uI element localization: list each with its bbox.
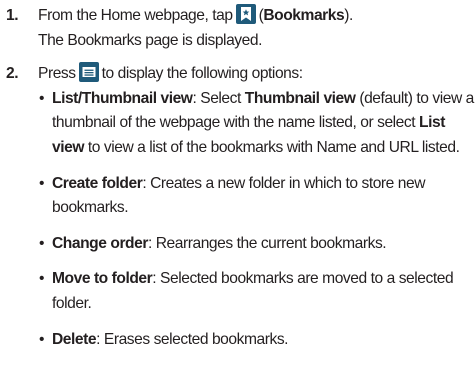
instruction-document: 1. From the Home webpage, tap (Bookmarks)… xyxy=(0,0,475,370)
option-text: to view a list of the bookmarks with Nam… xyxy=(84,138,460,156)
bullet: • xyxy=(39,89,45,107)
bullet: • xyxy=(39,270,45,288)
options-list: • List/Thumbnail view: Select Thumbnail v… xyxy=(38,87,475,352)
bullet: • xyxy=(39,174,45,192)
option-name: Delete xyxy=(52,330,97,348)
list-item: • Change order: Rearranges the current bo… xyxy=(38,232,475,257)
step-text: Press xyxy=(38,65,76,83)
option-name: Change order xyxy=(52,234,148,252)
menu-icon xyxy=(78,62,99,83)
option-text: : Select xyxy=(192,89,245,107)
option-name: Create folder xyxy=(52,174,143,192)
bullet: • xyxy=(39,234,45,252)
bookmarks-icon xyxy=(235,4,256,24)
step-number: 1. xyxy=(6,7,19,24)
step-text: ). xyxy=(344,7,353,24)
step-2: 2. Press to display the following options… xyxy=(0,62,475,352)
step-2-line-1: Press to display the following options: xyxy=(38,62,475,87)
step-1-line-1: From the Home webpage, tap (Bookmarks). xyxy=(38,4,475,29)
list-item: • Move to folder: Selected bookmarks are … xyxy=(38,267,475,316)
list-item: • Delete: Erases selected bookmarks. xyxy=(38,328,475,353)
option-name: Move to folder xyxy=(52,270,153,288)
step-1-line-2: The Bookmarks page is displayed. xyxy=(38,31,262,49)
list-item: • Create folder: Creates a new folder in … xyxy=(38,172,475,221)
step-1: 1. From the Home webpage, tap (Bookmarks)… xyxy=(0,4,475,53)
step-text: to display the following options: xyxy=(101,65,303,83)
bullet: • xyxy=(39,330,45,348)
option-inline-bold: Thumbnail view xyxy=(244,89,356,107)
list-item: • List/Thumbnail view: Select Thumbnail v… xyxy=(38,87,475,161)
step-text: From the Home webpage, tap xyxy=(38,7,233,24)
option-text: : Rearranges the current bookmarks. xyxy=(147,234,387,252)
bookmarks-label: Bookmarks xyxy=(263,7,345,24)
option-text: : Erases selected bookmarks. xyxy=(96,330,289,348)
option-name: List/Thumbnail view xyxy=(52,89,193,107)
step-number: 2. xyxy=(6,65,19,83)
